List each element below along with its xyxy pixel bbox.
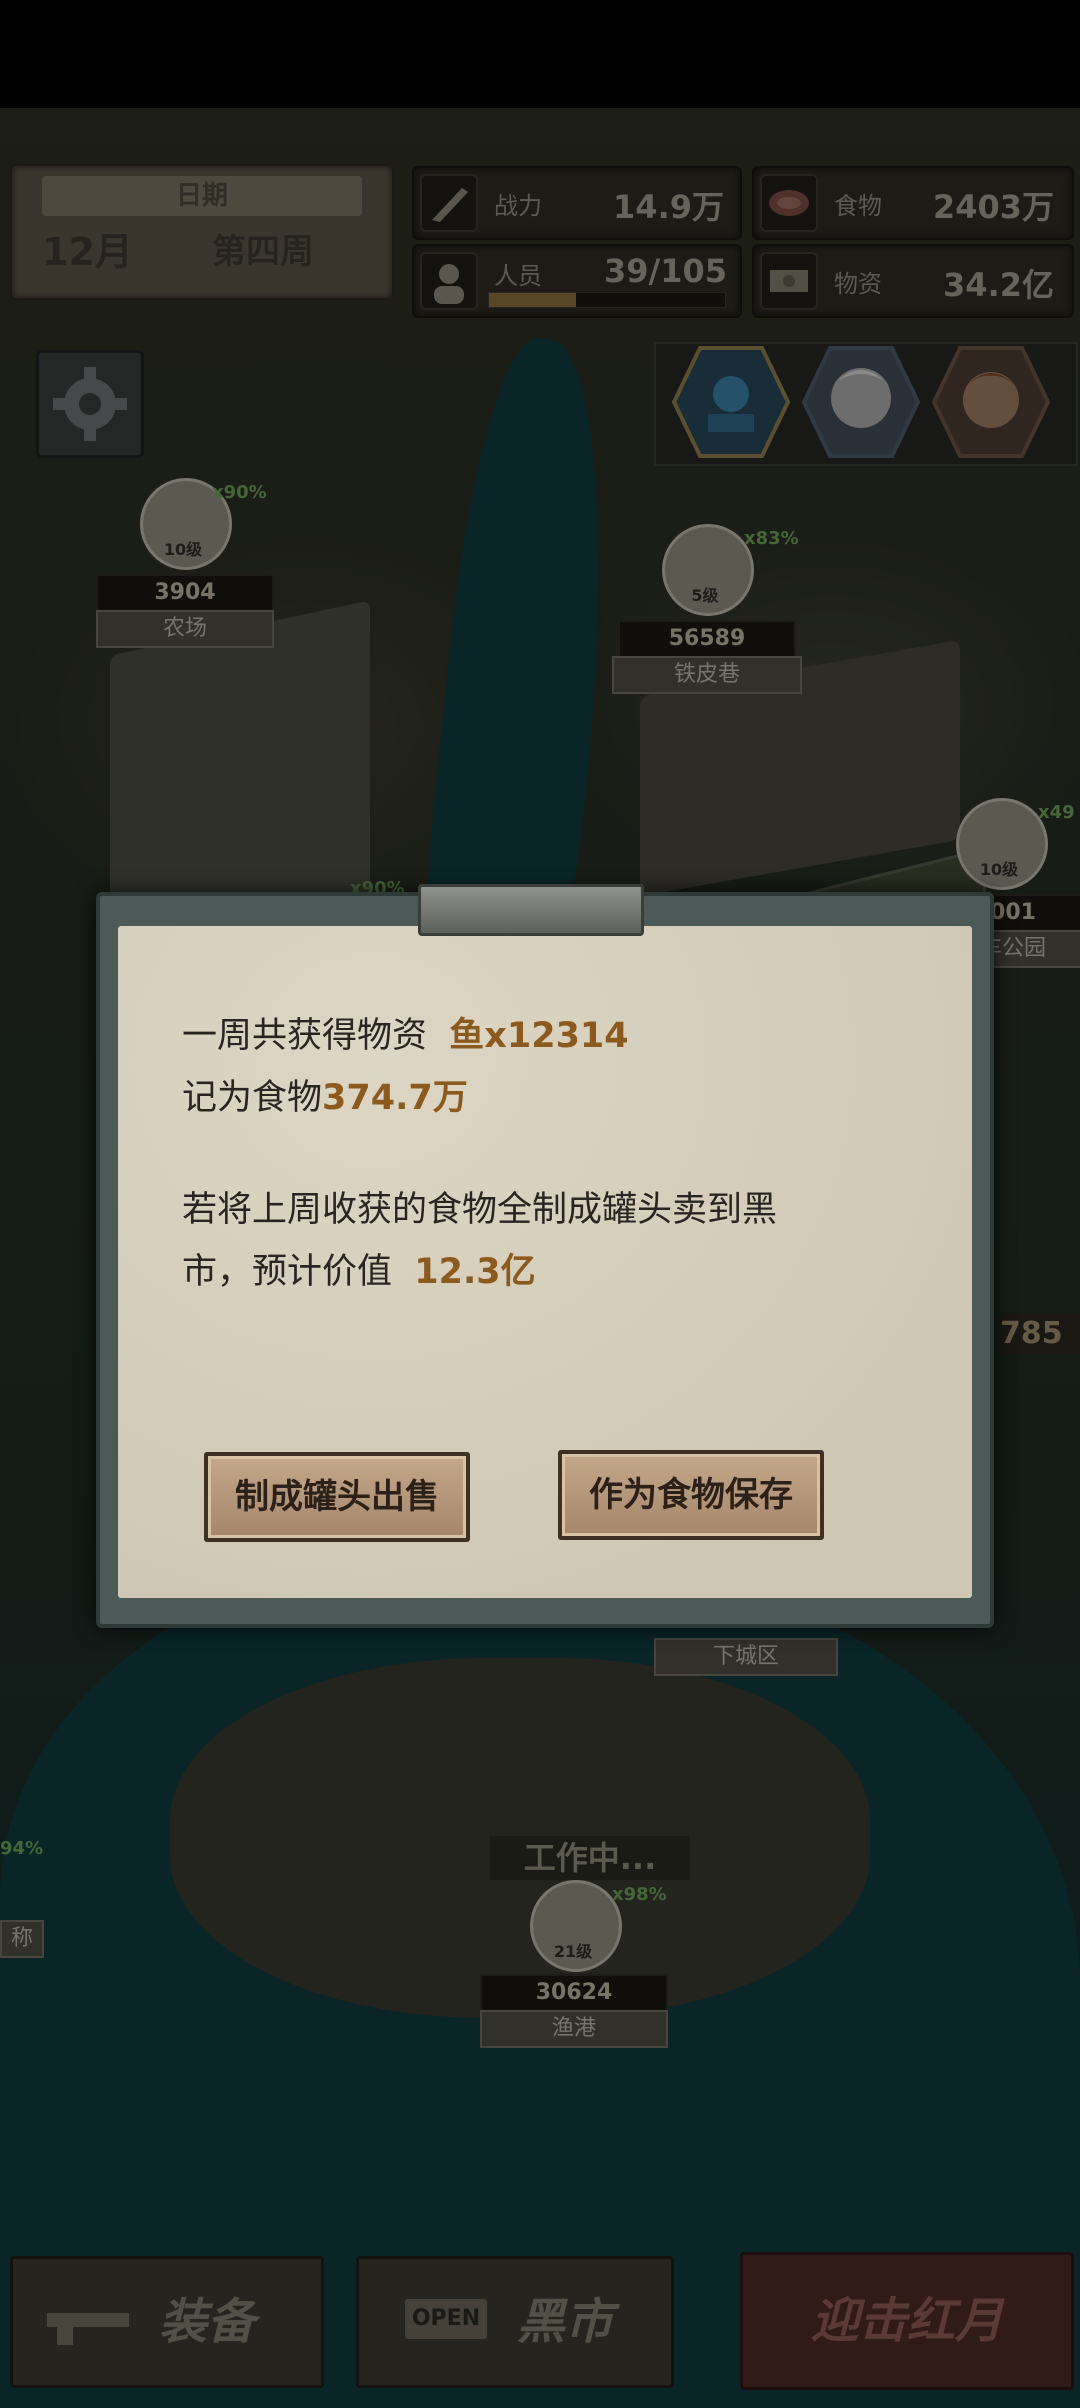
- farm-value: 3904: [96, 574, 274, 612]
- open-sign: OPEN: [405, 2299, 487, 2339]
- dialog-line-1: 一周共获得物资 鱼x12314: [182, 1006, 942, 1066]
- fish-amount: 鱼x12314: [449, 1016, 629, 1056]
- keep-as-food-button[interactable]: 作为食物保存: [558, 1450, 824, 1540]
- combat-panel[interactable]: 战力 14.9万: [412, 166, 742, 240]
- equipment-button[interactable]: 装备: [10, 2256, 324, 2388]
- combat-label: 战力: [494, 192, 542, 220]
- harbor-pct: x98%: [612, 1884, 667, 1905]
- people-progress-fill: [489, 293, 577, 307]
- dialog-panel: 一周共获得物资 鱼x12314 记为食物374.7万 若将上周收获的食物全制成罐…: [118, 926, 972, 1598]
- status-bar: [0, 0, 1080, 108]
- line4-prefix: 市，预计价值: [182, 1252, 393, 1292]
- harbor-value: 30624: [480, 1974, 668, 2012]
- supplies-label: 物资: [834, 270, 882, 298]
- people-progress-bar: [488, 292, 726, 308]
- line1-prefix: 一周共获得物资: [182, 1016, 428, 1056]
- sell-as-cans-button[interactable]: 制成罐头出售: [204, 1452, 470, 1542]
- food-label: 食物: [834, 192, 882, 220]
- cash-icon: [760, 252, 818, 310]
- harbor-status: 工作中...: [490, 1836, 690, 1880]
- food-panel[interactable]: 食物 2403万: [752, 166, 1074, 240]
- weapon-icon: [420, 174, 478, 232]
- gear-icon: [53, 367, 127, 441]
- car-park-pct: x49: [1038, 802, 1075, 823]
- arena-icon[interactable]: [670, 342, 792, 462]
- harbor-level: 21级: [553, 1942, 593, 1961]
- settings-button[interactable]: [36, 350, 144, 458]
- black-market-button[interactable]: OPEN 黑市: [356, 2256, 674, 2388]
- car-park-level: 10级: [979, 860, 1019, 879]
- supplies-value: 34.2亿: [943, 266, 1054, 304]
- dialog-line-3: 若将上周收获的食物全制成罐头卖到黑: [182, 1190, 778, 1230]
- black-market-label: 黑市: [516, 2294, 613, 2350]
- month-value: 12月: [42, 230, 133, 274]
- downtown-name[interactable]: 下城区: [654, 1638, 838, 1676]
- red-moon-button[interactable]: 迎击红月: [740, 2252, 1074, 2390]
- person-icon: [420, 252, 478, 310]
- people-value: 39/105: [604, 252, 728, 290]
- estimated-value: 12.3亿: [414, 1252, 536, 1292]
- people-panel[interactable]: 人员 39/105: [412, 244, 742, 318]
- dialog-clip: [418, 884, 644, 936]
- farm-pct: x90%: [212, 482, 267, 503]
- people-label: 人员: [494, 262, 542, 290]
- hero-avatar-1[interactable]: [800, 342, 922, 462]
- tin-lane-level: 5级: [691, 586, 719, 605]
- equipment-label: 装备: [158, 2294, 255, 2350]
- line2-prefix: 记为食物: [182, 1078, 323, 1118]
- farm-level: 10级: [163, 540, 203, 559]
- left-building-name: 称: [0, 1920, 44, 1958]
- date-label: 日期: [42, 176, 362, 216]
- combat-value: 14.9万: [613, 188, 724, 226]
- harbor-name: 渔港: [480, 2010, 668, 2048]
- hero-avatar-2[interactable]: [930, 342, 1052, 462]
- tin-lane-value: 56589: [618, 620, 796, 658]
- farm-name: 农场: [96, 610, 274, 648]
- right-building-value: 785: [1000, 1314, 1080, 1354]
- supplies-panel[interactable]: 物资 34.2亿: [752, 244, 1074, 318]
- tin-lane-name: 铁皮巷: [612, 656, 802, 694]
- dialog-line-2: 记为食物374.7万: [182, 1068, 942, 1128]
- gun-icon: [47, 2313, 129, 2345]
- tin-lane-pct: x83%: [744, 528, 799, 549]
- meat-icon: [760, 174, 818, 232]
- food-value: 2403万: [932, 188, 1054, 226]
- food-amount: 374.7万: [322, 1078, 468, 1118]
- date-panel: 日期 12月 第四周: [10, 164, 394, 300]
- harvest-dialog: 一周共获得物资 鱼x12314 记为食物374.7万 若将上周收获的食物全制成罐…: [96, 892, 994, 1628]
- week-value: 第四周: [212, 232, 314, 272]
- left-building-pct: 94%: [0, 1838, 44, 1859]
- dialog-line-4: 市，预计价值 12.3亿: [182, 1242, 942, 1302]
